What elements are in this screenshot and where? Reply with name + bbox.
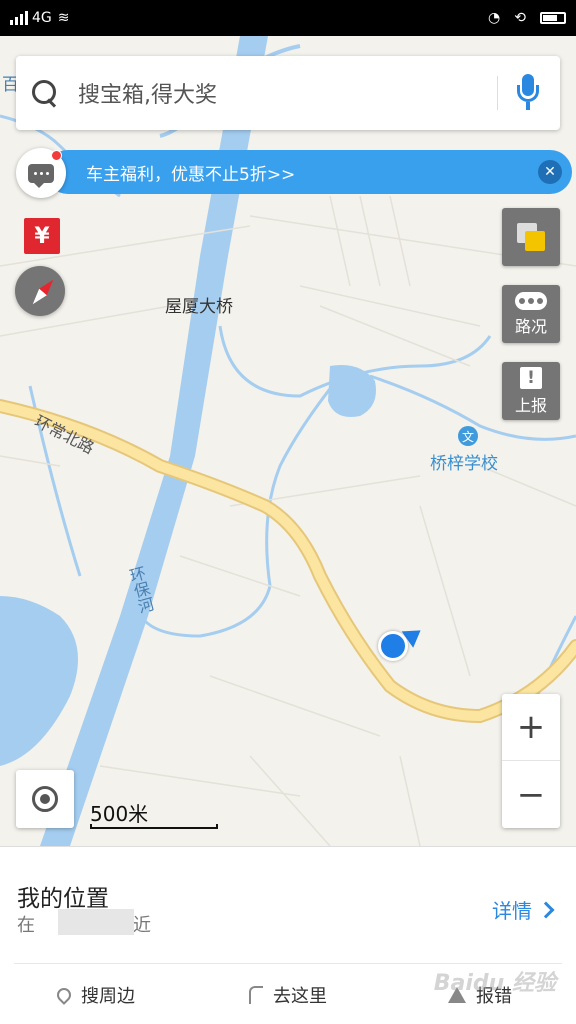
rotation-icon: ⟲ [514,10,526,26]
layers-icon [517,223,545,251]
details-label: 详情 [492,899,532,923]
pin-icon [54,985,74,1005]
search-nearby-label: 搜周边 [81,986,135,1007]
zoom-in-button[interactable]: + [502,694,560,761]
zoom-out-button[interactable]: − [502,761,560,828]
traffic-icon [515,291,547,310]
watermark: Baidu 经验 [433,971,556,996]
map-label-bridge[interactable]: 屋厦大桥 [165,292,233,317]
locate-icon [32,786,58,812]
zoom-controls: + − [502,694,560,828]
battery-icon [540,12,566,24]
my-location-title: 我的位置 [17,886,109,912]
chat-bubble-icon [28,163,54,188]
poi-label-school[interactable]: 桥梓学校 [430,449,498,474]
search-icon [30,78,60,108]
traffic-button[interactable]: 路况 [502,285,560,343]
redacted-address [58,909,134,935]
bottom-panel: 我的位置 在附近 详情 搜周边 去这里 报错 Baidu 经验 [0,846,576,1024]
chevron-right-icon [537,901,555,918]
route-turn-icon [249,986,263,1004]
current-location-marker[interactable] [378,631,408,661]
search-nearby-button[interactable]: 搜周边 [0,967,192,1023]
scale-bar: 500米 [90,798,220,830]
compass-icon[interactable] [15,266,65,316]
details-link[interactable]: 详情 [492,895,555,924]
search-bar[interactable]: 搜宝箱,得大奖 [16,56,560,130]
exclamation-icon: ! [520,366,542,389]
status-bar: 4G ≋ ◔ ⟲ [0,0,576,36]
go-here-label: 去这里 [273,986,327,1007]
microphone-icon[interactable] [516,74,540,112]
wifi-icon: ≋ [57,10,70,26]
alarm-icon: ◔ [488,10,501,26]
scale-label: 500米 [90,802,149,826]
report-button[interactable]: ! 上报 [502,362,560,420]
red-packet-icon[interactable]: ¥ [24,218,60,254]
promo-bar[interactable]: 车主福利，优惠不止5折>> ✕ [46,150,572,194]
notification-dot [51,150,62,161]
report-label: 上报 [514,395,547,415]
go-here-button[interactable]: 去这里 [192,967,384,1023]
school-icon[interactable]: 文 [458,426,478,446]
subtitle-prefix: 在 [17,915,35,936]
divider [14,963,562,964]
layers-button[interactable] [502,208,560,266]
signal-icon [10,11,28,25]
scale-line [90,824,218,829]
close-icon[interactable]: ✕ [538,160,562,184]
message-button[interactable] [16,148,66,198]
traffic-label: 路况 [514,316,547,336]
locate-button[interactable] [16,770,74,828]
search-divider [497,76,498,110]
network-type: 4G [32,10,52,26]
promo-text: 车主福利，优惠不止5折>> [86,164,296,185]
promo-banner: 车主福利，优惠不止5折>> ✕ [16,148,572,198]
search-input[interactable]: 搜宝箱,得大奖 [78,77,497,109]
